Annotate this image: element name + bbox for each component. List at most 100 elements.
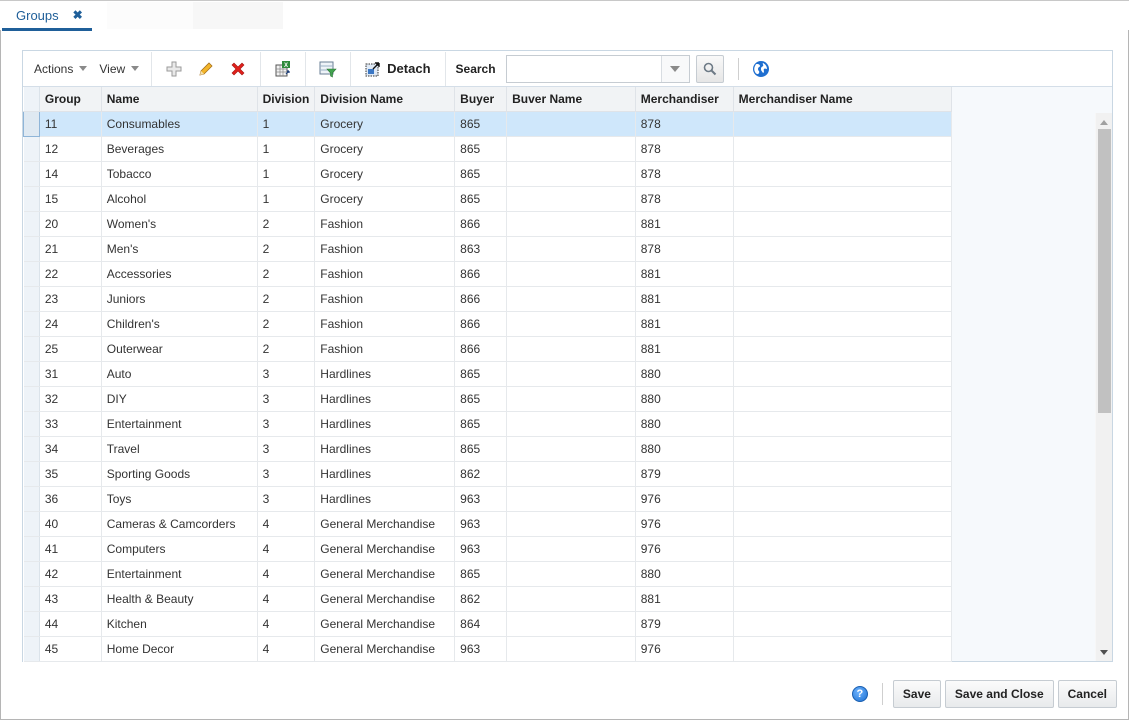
detach-label: Detach [387, 61, 431, 76]
save-button[interactable]: Save [892, 680, 941, 708]
cell-buyer-name [506, 111, 636, 137]
vertical-scrollbar[interactable] [1095, 113, 1112, 661]
search-field[interactable] [505, 54, 690, 83]
toolbar-separator [444, 51, 446, 86]
cell-merchandiser: 880 [635, 386, 734, 412]
tab-groups[interactable]: Groups ✖ [2, 2, 92, 31]
cell-merchandiser: 881 [635, 261, 734, 287]
table-row[interactable]: 44 Kitchen 4 General Merchandise 864 879 [23, 611, 953, 637]
row-header[interactable] [23, 386, 40, 412]
cell-group: 36 [39, 486, 102, 512]
table-row[interactable]: 15 Alcohol 1 Grocery 865 878 [23, 186, 953, 212]
table-row[interactable]: 34 Travel 3 Hardlines 865 880 [23, 436, 953, 462]
table-row[interactable]: 20 Women's 2 Fashion 866 881 [23, 211, 953, 237]
table-row[interactable]: 23 Juniors 2 Fashion 866 881 [23, 286, 953, 312]
search-button[interactable] [695, 54, 724, 83]
toolbar-separator [151, 51, 153, 86]
scroll-down-button[interactable] [1096, 645, 1112, 659]
row-header[interactable] [23, 286, 40, 312]
row-header[interactable] [23, 436, 40, 462]
help-icon[interactable]: ? [851, 686, 868, 702]
cell-merchandiser: 976 [635, 486, 734, 512]
table-row[interactable]: 36 Toys 3 Hardlines 963 976 [23, 486, 953, 512]
row-header[interactable] [23, 136, 40, 162]
row-header[interactable] [23, 411, 40, 437]
actions-menu[interactable]: Actions [28, 62, 93, 76]
column-header-group[interactable]: Group [39, 87, 102, 112]
cell-buyer: 866 [454, 211, 508, 237]
cell-buyer: 865 [454, 386, 508, 412]
row-header[interactable] [23, 361, 40, 387]
column-header-merchandiser[interactable]: Merchandiser [635, 87, 734, 112]
table-row[interactable]: 12 Beverages 1 Grocery 865 878 [23, 136, 953, 162]
cell-name: Accessories [101, 261, 258, 287]
scrollbar-thumb[interactable] [1098, 129, 1111, 413]
table-row[interactable]: 21 Men's 2 Fashion 863 878 [23, 236, 953, 262]
cell-merchandiser-name [733, 186, 953, 212]
scroll-up-button[interactable] [1096, 115, 1112, 129]
row-header[interactable] [23, 536, 40, 562]
row-header[interactable] [23, 161, 40, 187]
edit-button[interactable] [194, 57, 218, 81]
chevron-down-icon [131, 66, 140, 71]
table-row[interactable]: 41 Computers 4 General Merchandise 963 976 [23, 536, 953, 562]
row-header[interactable] [23, 261, 40, 287]
table-row[interactable]: 32 DIY 3 Hardlines 865 880 [23, 386, 953, 412]
table-row[interactable]: 42 Entertainment 4 General Merchandise 865 88… [23, 561, 953, 587]
table-row[interactable]: 25 Outerwear 2 Fashion 866 881 [23, 336, 953, 362]
cell-division-name: Hardlines [314, 461, 456, 487]
row-header[interactable] [23, 336, 40, 362]
cell-merchandiser: 878 [635, 186, 734, 212]
search-label: Search [455, 61, 496, 76]
cell-name: Travel [101, 436, 258, 462]
table-row[interactable]: 14 Tobacco 1 Grocery 865 878 [23, 161, 953, 187]
row-header-corner [23, 87, 40, 112]
search-dropdown-button[interactable] [660, 55, 689, 82]
row-header[interactable] [23, 611, 40, 637]
column-header-division[interactable]: Division [257, 87, 316, 112]
row-header[interactable] [23, 236, 40, 262]
cell-group: 41 [39, 536, 102, 562]
table-row[interactable]: 22 Accessories 2 Fashion 866 881 [23, 261, 953, 287]
column-header-buyer-name[interactable]: Buver Name [506, 87, 636, 112]
cell-division-name: Grocery [314, 136, 456, 162]
row-header[interactable] [23, 211, 40, 237]
row-header[interactable] [23, 311, 40, 337]
row-header[interactable] [23, 586, 40, 612]
table-row[interactable]: 40 Cameras & Camcorders 4 General Merchandi… [23, 511, 953, 537]
table-row[interactable]: 35 Sporting Goods 3 Hardlines 862 879 [23, 461, 953, 487]
row-header[interactable] [23, 511, 40, 537]
cell-buyer: 963 [454, 636, 508, 662]
row-header[interactable] [23, 186, 40, 212]
globe-icon [752, 60, 769, 77]
column-header-merchandiser-name[interactable]: Merchandiser Name [733, 87, 953, 112]
globe-button[interactable] [749, 57, 773, 81]
table-row[interactable]: 11 Consumables 1 Grocery 865 878 [23, 110, 953, 137]
cancel-button[interactable]: Cancel [1057, 680, 1117, 708]
column-header-name[interactable]: Name [101, 87, 258, 112]
export-to-excel-button[interactable]: X [271, 57, 295, 81]
add-button[interactable] [162, 57, 186, 81]
row-header[interactable] [23, 110, 40, 137]
row-header[interactable] [23, 461, 40, 487]
table-row[interactable]: 31 Auto 3 Hardlines 865 880 [23, 361, 953, 387]
cell-buyer: 866 [454, 261, 508, 287]
cell-buyer: 865 [454, 111, 508, 137]
close-tab-icon[interactable]: ✖ [73, 8, 83, 22]
view-menu[interactable]: View [93, 62, 145, 76]
detach-button[interactable]: Detach [357, 61, 438, 77]
cell-merchandiser: 880 [635, 361, 734, 387]
row-header[interactable] [23, 636, 40, 662]
table-row[interactable]: 43 Health & Beauty 4 General Merchandise 862… [23, 586, 953, 612]
table-row[interactable]: 24 Children's 2 Fashion 866 881 [23, 311, 953, 337]
row-header[interactable] [23, 486, 40, 512]
save-and-close-button[interactable]: Save and Close [944, 680, 1054, 708]
delete-button[interactable] [226, 57, 250, 81]
column-header-division-name[interactable]: Division Name [314, 87, 456, 112]
row-header[interactable] [23, 561, 40, 587]
column-header-buyer[interactable]: Buyer [454, 87, 508, 112]
search-input[interactable] [506, 55, 657, 82]
table-row[interactable]: 33 Entertainment 3 Hardlines 865 880 [23, 411, 953, 437]
table-row[interactable]: 45 Home Decor 4 General Merchandise 963 976 [23, 636, 953, 662]
query-by-example-button[interactable] [316, 57, 340, 81]
